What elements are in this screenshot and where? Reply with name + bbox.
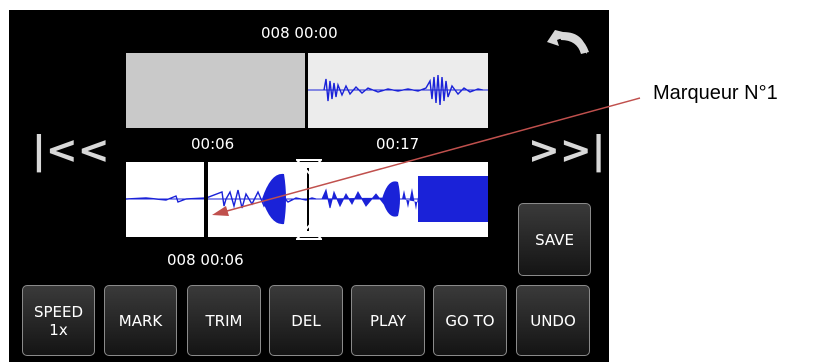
speed-button-value: 1x [49,320,68,339]
play-button[interactable]: PLAY [351,285,425,356]
marker-1-line [204,162,208,237]
waveform-overview[interactable] [126,53,488,128]
playhead-handle-bottom[interactable] [296,224,322,240]
play-button-label: PLAY [369,311,406,330]
trim-button-label: TRIM [205,311,243,330]
playhead-line [307,168,309,231]
goto-button-label: GO TO [445,311,495,330]
undo-button-label: UNDO [530,311,576,330]
undo-button[interactable]: UNDO [516,285,590,356]
marker-right-time: 00:17 [376,135,420,153]
playhead-handle-top[interactable] [296,159,322,175]
speed-button-label: SPEED [33,302,84,321]
mark-button-label: MARK [118,311,163,330]
save-button[interactable]: SAVE [518,203,591,276]
rewind-button[interactable]: |<< [32,128,110,172]
annotation-label: Marqueur N°1 [653,82,778,104]
trim-button[interactable]: TRIM [187,285,261,356]
forward-button[interactable]: >>| [528,128,606,172]
mark-button[interactable]: MARK [104,285,177,356]
waveform-overview-graph [308,74,488,106]
speed-button[interactable]: SPEED 1x [22,285,95,356]
delete-button[interactable]: DEL [269,285,343,356]
goto-button[interactable]: GO TO [433,285,507,356]
back-arrow-icon[interactable] [541,24,595,60]
save-button-label: SAVE [535,230,574,249]
delete-button-label: DEL [291,311,321,330]
position-bottom-time: 008 00:06 [167,251,244,269]
position-top-time: 008 00:00 [261,24,338,42]
marker-left-time: 00:06 [191,135,235,153]
